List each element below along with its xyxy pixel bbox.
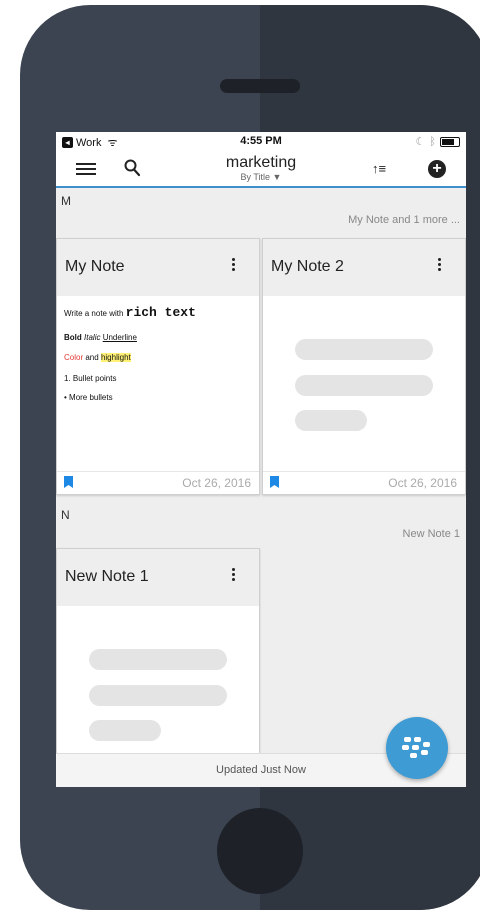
bookmark-icon[interactable] [64,476,73,488]
section-header-letter: N [61,508,70,522]
note-title: My Note 2 [271,258,344,275]
preview-bullet-2: • More bullets [64,393,113,402]
blackberry-icon [402,737,430,758]
preview-mono-text: rich text [125,305,196,320]
preview-bullet-1: 1. Bullet points [64,374,117,383]
status-time: 4:55 PM [240,135,282,147]
note-card[interactable]: My Note Write a note with rich text Bold… [56,238,260,495]
note-date: Oct 26, 2016 [388,476,457,490]
blackberry-fab[interactable] [386,717,448,779]
battery-icon [440,136,460,147]
bookmark-icon[interactable] [270,476,279,488]
section-summary[interactable]: New Note 1 [403,528,460,540]
app-bar: marketing By Title ▼ ↑≡ + [56,152,466,188]
bluetooth-icon: ᛒ [429,135,436,148]
notes-grid: M My Note and 1 more ... My Note Write a… [56,188,466,780]
section-header-letter: M [61,194,71,208]
preview-color-word: Color [64,353,84,362]
folder-title[interactable]: marketing By Title ▼ [56,154,466,183]
note-title: My Note [65,258,125,275]
preview-line-rich: Write a note with rich text [64,305,196,320]
status-bar: ◂ Work ᯤ 4:55 PM ☾ ᛒ [56,132,466,152]
placeholder-line [295,375,433,396]
card-header: My Note [57,239,259,296]
card-header: New Note 1 [57,549,259,606]
placeholder-line [89,649,227,670]
sort-icon[interactable]: ↑≡ [372,161,386,176]
placeholder-line [89,685,227,706]
note-date: Oct 26, 2016 [182,476,251,490]
section-summary[interactable]: My Note and 1 more ... [348,214,460,226]
preview-bold: Bold [64,333,82,342]
card-header: My Note 2 [263,239,465,296]
more-vert-icon[interactable] [232,258,235,273]
card-footer: Oct 26, 2016 [57,471,259,494]
preview-line-styles: Bold Italic Underline [64,333,137,342]
status-icons: ☾ ᛒ [416,135,460,148]
placeholder-line [295,339,433,360]
add-icon[interactable]: + [428,160,446,178]
card-footer: Oct 26, 2016 [263,471,465,494]
more-vert-icon[interactable] [232,568,235,583]
preview-line-color: Color and highlight [64,353,131,362]
phone-speaker [220,79,300,93]
preview-underline: Underline [102,333,137,342]
preview-highlight: highlight [100,353,131,362]
preview-text: Write a note with [64,309,126,318]
placeholder-line [89,720,161,741]
note-card[interactable]: New Note 1 [56,548,260,780]
app-screen: ◂ Work ᯤ 4:55 PM ☾ ᛒ marketing By Title … [56,132,466,787]
home-button[interactable] [217,808,303,894]
page-title: marketing [225,154,297,171]
preview-and-word: and [85,353,99,362]
more-vert-icon[interactable] [438,258,441,273]
sort-subtitle[interactable]: By Title ▼ [56,172,466,183]
preview-italic: Italic [84,333,101,342]
moon-icon: ☾ [415,136,426,148]
note-title: New Note 1 [65,568,149,585]
note-card[interactable]: My Note 2 Oct 26, 2016 [262,238,466,495]
placeholder-line [295,410,367,431]
